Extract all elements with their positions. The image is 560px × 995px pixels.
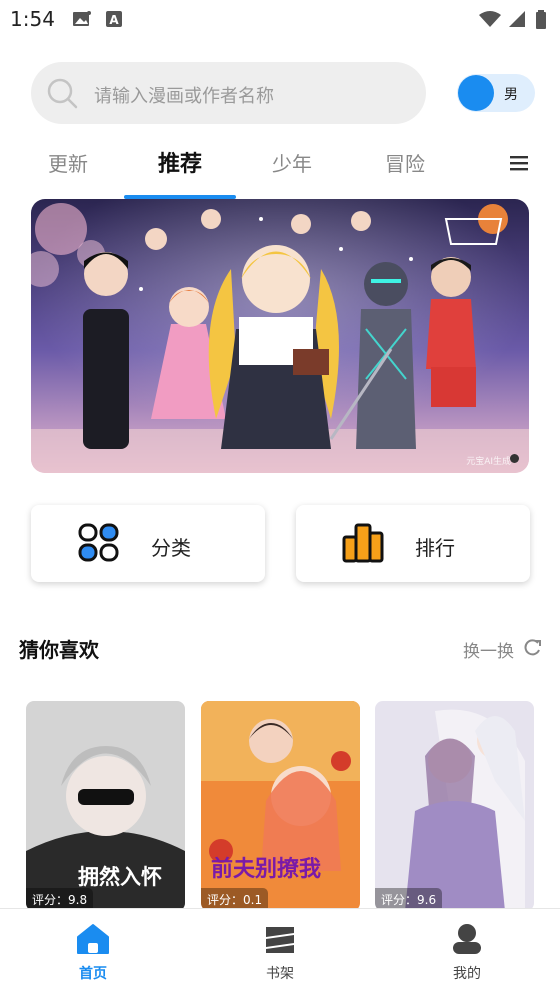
tab-recommended[interactable]: 推荐 bbox=[135, 146, 225, 178]
tab-updates[interactable]: 更新 bbox=[23, 148, 113, 177]
status-bar: 1:54 A bbox=[0, 0, 560, 40]
ranking-label: 排行 bbox=[415, 536, 455, 560]
nav-home[interactable]: 首页 bbox=[43, 923, 143, 983]
nav-home-label: 首页 bbox=[79, 966, 107, 982]
category-card[interactable]: 分类 bbox=[31, 505, 265, 582]
menu-icon[interactable] bbox=[510, 154, 528, 172]
bottom-navigation: 首页 书架 我的 bbox=[0, 908, 560, 995]
category-tabs: 更新 推荐 少年 冒险 bbox=[0, 140, 560, 200]
refresh-icon[interactable] bbox=[524, 638, 542, 656]
home-icon bbox=[77, 924, 109, 954]
bookshelf-icon bbox=[266, 927, 294, 953]
nav-mine-label: 我的 bbox=[453, 966, 481, 982]
comic-cover[interactable]: 前夫别撩我 评分：0.1 bbox=[201, 701, 360, 911]
nav-bookshelf-label: 书架 bbox=[266, 966, 294, 982]
image-notification-icon bbox=[73, 11, 91, 26]
signal-icon bbox=[509, 11, 525, 27]
svg-text:A: A bbox=[109, 13, 119, 27]
gender-label: 男 bbox=[504, 87, 518, 103]
search-bar[interactable]: 请输入漫画或作者名称 bbox=[31, 62, 426, 124]
status-time: 1:54 bbox=[10, 7, 55, 31]
comic-cover[interactable]: 拥然入怀 评分：9.8 bbox=[26, 701, 185, 911]
section-title: 猜你喜欢 bbox=[19, 638, 99, 662]
search-placeholder: 请输入漫画或作者名称 bbox=[94, 86, 274, 107]
banner-illustration bbox=[31, 199, 529, 473]
carousel-indicator bbox=[510, 454, 519, 463]
nav-mine[interactable]: 我的 bbox=[417, 923, 517, 983]
font-notification-icon: A bbox=[106, 11, 122, 27]
category-label: 分类 bbox=[151, 536, 191, 560]
cover-art bbox=[375, 701, 534, 911]
gender-toggle[interactable]: 男 bbox=[457, 74, 535, 112]
wifi-icon bbox=[479, 11, 501, 27]
search-icon bbox=[47, 78, 78, 109]
user-icon bbox=[453, 924, 481, 954]
featured-banner[interactable]: 元宝AI生成 bbox=[31, 199, 529, 473]
ranking-icon bbox=[342, 523, 384, 563]
tab-adventure[interactable]: 冒险 bbox=[360, 148, 450, 177]
cover-title: 拥然入怀 bbox=[78, 865, 162, 889]
tab-shounen[interactable]: 少年 bbox=[247, 148, 337, 177]
refresh-button[interactable]: 换一换 bbox=[463, 637, 514, 662]
nav-bookshelf[interactable]: 书架 bbox=[230, 923, 330, 983]
banner-watermark: 元宝AI生成 bbox=[466, 457, 511, 467]
cover-title: 前夫别撩我 bbox=[211, 857, 322, 882]
category-icon bbox=[78, 523, 119, 562]
battery-icon bbox=[536, 10, 546, 29]
ranking-card[interactable]: 排行 bbox=[296, 505, 530, 582]
toggle-knob bbox=[458, 75, 494, 111]
comic-cover[interactable]: 评分：9.6 bbox=[375, 701, 534, 911]
